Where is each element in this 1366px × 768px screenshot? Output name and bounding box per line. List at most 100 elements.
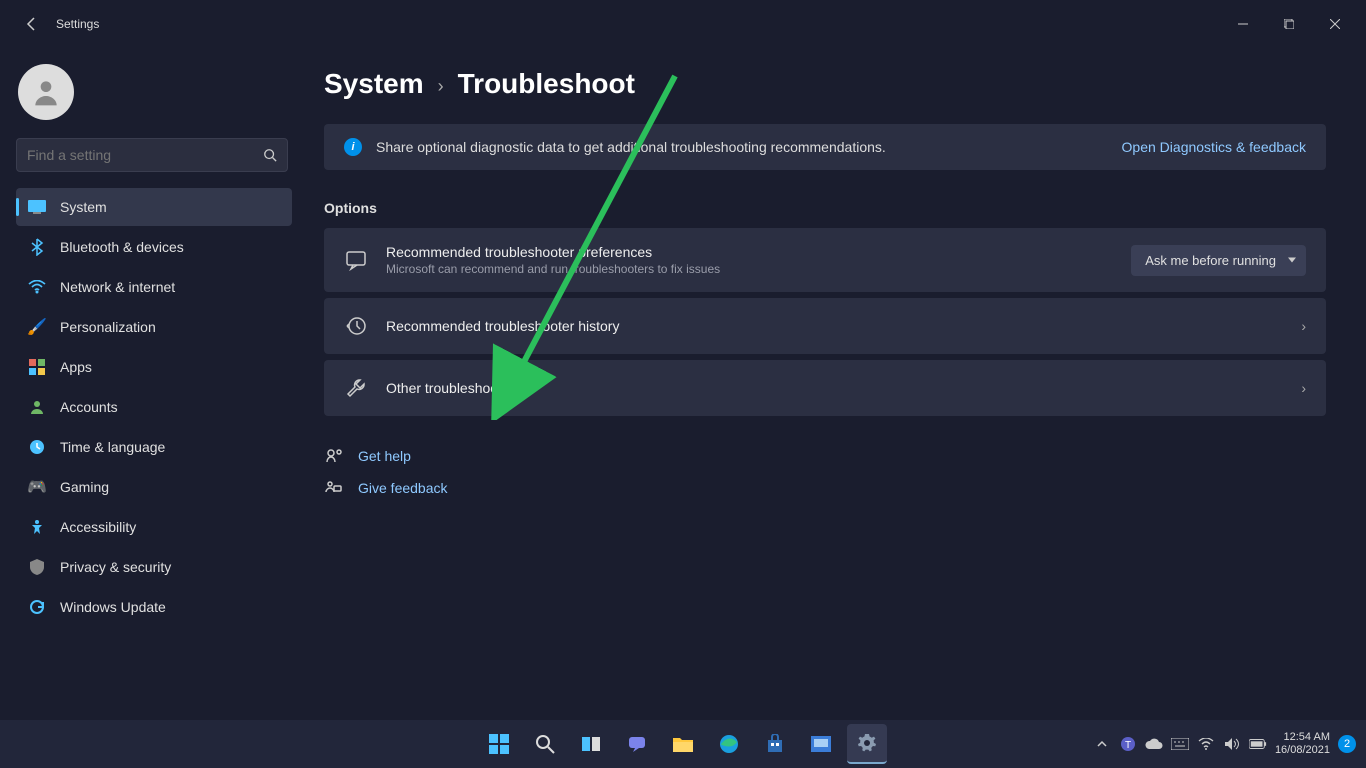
- chevron-right-icon: ›: [1301, 318, 1306, 334]
- info-text: Share optional diagnostic data to get ad…: [376, 139, 1108, 155]
- link-label: Get help: [358, 448, 411, 464]
- start-button[interactable]: [479, 724, 519, 764]
- window-controls: [1220, 8, 1358, 40]
- chevron-right-icon: ›: [1301, 380, 1306, 396]
- nav-bluetooth[interactable]: Bluetooth & devices: [16, 228, 292, 266]
- nav-apps[interactable]: Apps: [16, 348, 292, 386]
- chat-icon: [344, 248, 368, 272]
- nav-label: Network & internet: [60, 279, 175, 295]
- back-button[interactable]: [22, 14, 42, 34]
- info-bar: i Share optional diagnostic data to get …: [324, 124, 1326, 170]
- avatar: [18, 64, 74, 120]
- nav-label: Personalization: [60, 319, 156, 335]
- teams-tray-icon[interactable]: T: [1119, 735, 1137, 753]
- personalization-icon: 🖌️: [28, 318, 46, 336]
- breadcrumb: System › Troubleshoot: [324, 68, 1326, 100]
- time: 12:54 AM: [1275, 731, 1330, 744]
- network-icon: [28, 278, 46, 296]
- nav-accessibility[interactable]: Accessibility: [16, 508, 292, 546]
- dropdown-value: Ask me before running: [1145, 253, 1276, 268]
- nav-label: Accessibility: [60, 519, 136, 535]
- gaming-icon: 🎮: [28, 478, 46, 496]
- minimize-button[interactable]: [1220, 8, 1266, 40]
- open-diagnostics-link[interactable]: Open Diagnostics & feedback: [1122, 139, 1306, 155]
- breadcrumb-parent[interactable]: System: [324, 68, 424, 100]
- page-title: Troubleshoot: [458, 68, 635, 100]
- apps-icon: [28, 358, 46, 376]
- main-content: System › Troubleshoot i Share optional d…: [300, 48, 1366, 720]
- history-icon: [344, 314, 368, 338]
- onedrive-tray-icon[interactable]: [1145, 735, 1163, 753]
- nav-label: Apps: [60, 359, 92, 375]
- window-title: Settings: [56, 17, 99, 31]
- bluetooth-icon: [28, 238, 46, 256]
- search-button[interactable]: [525, 724, 565, 764]
- nav-privacy[interactable]: Privacy & security: [16, 548, 292, 586]
- nav-system[interactable]: System: [16, 188, 292, 226]
- nav-accounts[interactable]: Accounts: [16, 388, 292, 426]
- explorer-button[interactable]: [663, 724, 703, 764]
- card-recommended-preferences[interactable]: Recommended troubleshooter preferences M…: [324, 228, 1326, 292]
- battery-tray-icon[interactable]: [1249, 735, 1267, 753]
- nav-label: Time & language: [60, 439, 165, 455]
- preferences-dropdown[interactable]: Ask me before running: [1131, 245, 1306, 276]
- search-icon: [263, 148, 277, 162]
- card-title: Recommended troubleshooter preferences: [386, 244, 1113, 260]
- nav-label: Privacy & security: [60, 559, 171, 575]
- system-icon: [28, 198, 46, 216]
- get-help-link[interactable]: Get help: [324, 440, 1326, 472]
- search-input[interactable]: [27, 147, 251, 163]
- nav-time[interactable]: Time & language: [16, 428, 292, 466]
- nav-personalization[interactable]: 🖌️ Personalization: [16, 308, 292, 346]
- settings-button[interactable]: [847, 724, 887, 764]
- nav-list: System Bluetooth & devices Network & int…: [8, 188, 300, 628]
- taskbar-center: [479, 724, 887, 764]
- accounts-icon: [28, 398, 46, 416]
- privacy-icon: [28, 558, 46, 576]
- app-button[interactable]: [801, 724, 841, 764]
- clock[interactable]: 12:54 AM 16/08/2021: [1275, 731, 1330, 757]
- store-button[interactable]: [755, 724, 795, 764]
- nav-label: System: [60, 199, 107, 215]
- notification-badge[interactable]: 2: [1338, 735, 1356, 753]
- card-title: Other troubleshooters: [386, 380, 1283, 396]
- nav-network[interactable]: Network & internet: [16, 268, 292, 306]
- help-icon: [324, 447, 344, 465]
- give-feedback-link[interactable]: Give feedback: [324, 472, 1326, 504]
- section-heading: Options: [324, 200, 1326, 216]
- chat-button[interactable]: [617, 724, 657, 764]
- card-troubleshooter-history[interactable]: Recommended troubleshooter history ›: [324, 298, 1326, 354]
- feedback-icon: [324, 479, 344, 497]
- update-icon: [28, 598, 46, 616]
- nav-label: Windows Update: [60, 599, 166, 615]
- card-title: Recommended troubleshooter history: [386, 318, 1283, 334]
- info-icon: i: [344, 138, 362, 156]
- keyboard-tray-icon[interactable]: [1171, 735, 1189, 753]
- chevron-right-icon: ›: [438, 76, 444, 97]
- nav-label: Bluetooth & devices: [60, 239, 184, 255]
- edge-button[interactable]: [709, 724, 749, 764]
- nav-gaming[interactable]: 🎮 Gaming: [16, 468, 292, 506]
- nav-label: Gaming: [60, 479, 109, 495]
- card-subtitle: Microsoft can recommend and run troubles…: [386, 262, 1113, 276]
- taskview-button[interactable]: [571, 724, 611, 764]
- link-label: Give feedback: [358, 480, 448, 496]
- nav-update[interactable]: Windows Update: [16, 588, 292, 626]
- wrench-icon: [344, 376, 368, 400]
- svg-text:T: T: [1125, 740, 1131, 751]
- taskbar: T 12:54 AM 16/08/2021 2: [0, 720, 1366, 768]
- profile-block[interactable]: [8, 56, 300, 138]
- close-button[interactable]: [1312, 8, 1358, 40]
- maximize-button[interactable]: [1266, 8, 1312, 40]
- help-links: Get help Give feedback: [324, 440, 1326, 504]
- wifi-tray-icon[interactable]: [1197, 735, 1215, 753]
- tray-chevron-icon[interactable]: [1093, 735, 1111, 753]
- card-other-troubleshooters[interactable]: Other troubleshooters ›: [324, 360, 1326, 416]
- date: 16/08/2021: [1275, 744, 1330, 757]
- nav-label: Accounts: [60, 399, 118, 415]
- search-input-wrap[interactable]: [16, 138, 288, 172]
- sidebar: System Bluetooth & devices Network & int…: [0, 48, 300, 720]
- accessibility-icon: [28, 518, 46, 536]
- volume-tray-icon[interactable]: [1223, 735, 1241, 753]
- title-bar: Settings: [0, 0, 1366, 48]
